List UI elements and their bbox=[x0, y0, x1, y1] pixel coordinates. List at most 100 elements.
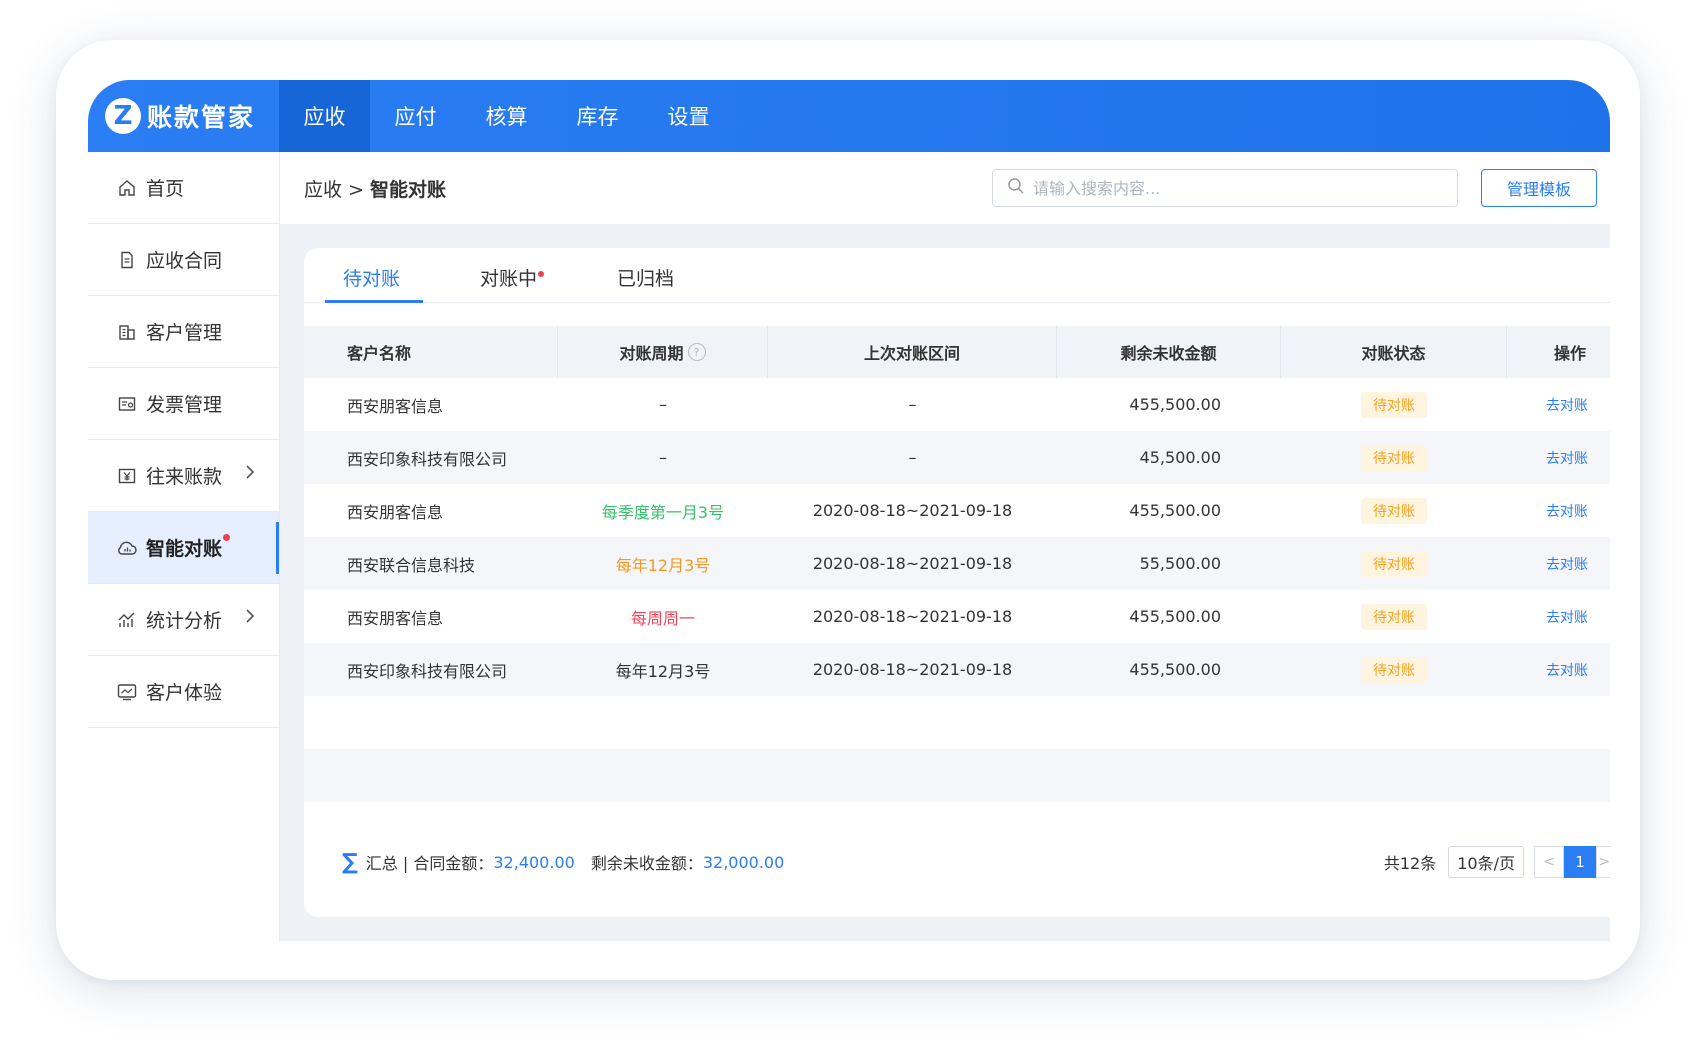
sidebar-item-label: 应收合同 bbox=[146, 250, 223, 272]
amount-cell: 45,500.00 bbox=[1139, 448, 1221, 467]
breadcrumb-current: 智能对账 bbox=[370, 178, 447, 201]
total-count: 共12条 bbox=[1383, 854, 1437, 873]
status-cell: 待对账 bbox=[1281, 431, 1507, 484]
sidebar-item-label: 智能对账 bbox=[146, 538, 223, 560]
search-input[interactable] bbox=[1033, 178, 1433, 198]
sidebar-item-customers[interactable]: 客户管理 bbox=[88, 296, 279, 368]
customer-name: 西安朋客信息 bbox=[347, 608, 444, 628]
range-cell: 2020-08-18~2021-09-18 bbox=[812, 660, 1013, 679]
status-cell: 待对账 bbox=[1281, 484, 1507, 537]
table-row: 西安朋客信息 每周周一 2020-08-18~2021-09-18 455,50… bbox=[304, 590, 1610, 643]
table-footer: ∑ 汇总 | 合同金额： 32,400.00 剩余未收金额： 32,000.00… bbox=[304, 832, 1610, 892]
status-cell: 待对账 bbox=[1281, 643, 1507, 696]
customer-name: 西安朋客信息 bbox=[347, 396, 444, 416]
breadcrumb-separator: > bbox=[348, 178, 364, 201]
reconcile-link[interactable]: 去对账 bbox=[1546, 607, 1588, 627]
customer-name: 西安联合信息科技 bbox=[347, 555, 476, 575]
app-name: 账款管家 bbox=[147, 103, 256, 132]
remaining-amount: 32,000.00 bbox=[702, 852, 785, 872]
home-icon bbox=[116, 177, 138, 199]
sidebar-item-label: 往来账款 bbox=[146, 466, 223, 488]
reconcile-link[interactable]: 去对账 bbox=[1546, 660, 1588, 680]
brand: Z 账款管家 bbox=[88, 80, 279, 152]
nav-item-accounting[interactable]: 核算 bbox=[461, 80, 552, 152]
range-cell: 2020-08-18~2021-09-18 bbox=[812, 554, 1013, 573]
column-header: 对账状态 bbox=[1281, 326, 1507, 378]
cycle-cell: 每年12月3号 bbox=[615, 661, 711, 681]
status-cell: 待对账 bbox=[1281, 590, 1507, 643]
invoice-icon bbox=[116, 393, 138, 415]
yen-icon bbox=[116, 465, 138, 487]
reconcile-link[interactable]: 去对账 bbox=[1546, 554, 1588, 574]
reconcile-link[interactable]: 去对账 bbox=[1546, 448, 1588, 468]
sidebar-item-contracts[interactable]: 应收合同 bbox=[88, 224, 279, 296]
action-cell: 去对账 bbox=[1507, 643, 1610, 696]
sidebar-item-statistics[interactable]: 统计分析 bbox=[88, 584, 279, 656]
prev-page-button[interactable]: < bbox=[1534, 846, 1564, 878]
sidebar-item-experience[interactable]: 客户体验 bbox=[88, 656, 279, 728]
nav-item-settings[interactable]: 设置 bbox=[643, 80, 734, 152]
page-number-current[interactable]: 1 bbox=[1564, 846, 1596, 878]
contract-amount: 32,400.00 bbox=[493, 852, 575, 872]
sidebar-item-label: 客户体验 bbox=[146, 682, 223, 704]
tab-archived[interactable]: 已归档 bbox=[617, 264, 674, 291]
column-header: 对账周期 ? bbox=[558, 326, 768, 378]
tab-in-progress[interactable]: 对账中 bbox=[480, 264, 545, 291]
chevron-right-icon bbox=[243, 463, 257, 485]
reconcile-link[interactable]: 去对账 bbox=[1546, 395, 1588, 415]
breadcrumb-parent[interactable]: 应收 bbox=[304, 179, 342, 201]
customer-name: 西安印象科技有限公司 bbox=[347, 449, 508, 469]
summary-label: 汇总 | 合同金额： bbox=[365, 854, 494, 873]
column-header: 操作 bbox=[1553, 344, 1586, 363]
status-cell: 待对账 bbox=[1281, 378, 1507, 431]
table-row: 西安朋客信息 – – 455,500.00 待对账 去对账 bbox=[304, 378, 1610, 431]
sidebar-item-reconciliation[interactable]: 智能对账 bbox=[88, 512, 279, 584]
table-header: 客户名称 对账周期 ? 上次对账区间 剩余未收金额 对账状态 操作 bbox=[304, 326, 1610, 378]
sidebar-item-label: 统计分析 bbox=[146, 610, 223, 632]
action-cell: 去对账 bbox=[1507, 378, 1610, 431]
status-badge: 待对账 bbox=[1361, 444, 1427, 471]
sidebar: 首页 应收合同 客户管理 发票管理 往来账款 智能对账 统计分析 客户体验 bbox=[88, 152, 280, 941]
cycle-cell: 每年12月3号 bbox=[615, 555, 711, 575]
manage-template-button[interactable]: 管理模板 bbox=[1481, 169, 1597, 207]
building-icon bbox=[116, 321, 138, 343]
sidebar-item-home[interactable]: 首页 bbox=[88, 152, 279, 224]
question-circle-icon[interactable]: ? bbox=[687, 343, 706, 361]
range-cell: – bbox=[908, 448, 917, 467]
amount-cell: 455,500.00 bbox=[1129, 395, 1221, 414]
status-badge: 待对账 bbox=[1361, 497, 1427, 524]
action-cell: 去对账 bbox=[1507, 590, 1610, 643]
cycle-cell: 每季度第一月3号 bbox=[601, 502, 725, 522]
notification-dot bbox=[223, 534, 231, 541]
range-cell: 2020-08-18~2021-09-18 bbox=[812, 501, 1013, 520]
cycle-cell: – bbox=[659, 448, 667, 467]
sidebar-item-accounts[interactable]: 往来账款 bbox=[88, 440, 279, 512]
app-window: Z 账款管家 应收 应付 核算 库存 设置 首页 应收合同 客户管理 发票管理 … bbox=[88, 80, 1610, 941]
page-header: 应收 > 智能对账 管理模板 bbox=[280, 152, 1610, 224]
sidebar-item-label: 首页 bbox=[146, 178, 185, 200]
amount-cell: 455,500.00 bbox=[1129, 607, 1221, 626]
top-navbar: Z 账款管家 应收 应付 核算 库存 设置 bbox=[88, 80, 1610, 152]
page-size-select[interactable]: 10条/页 bbox=[1448, 846, 1524, 878]
notification-dot bbox=[538, 271, 545, 277]
status-cell: 待对账 bbox=[1281, 537, 1507, 590]
table-row: 西安朋客信息 每季度第一月3号 2020-08-18~2021-09-18 45… bbox=[304, 484, 1610, 537]
reconciliation-table: 客户名称 对账周期 ? 上次对账区间 剩余未收金额 对账状态 操作 西安朋客信息… bbox=[304, 326, 1610, 802]
status-badge: 待对账 bbox=[1361, 391, 1427, 418]
status-badge: 待对账 bbox=[1361, 550, 1427, 577]
nav-item-inventory[interactable]: 库存 bbox=[552, 80, 643, 152]
nav-item-payable[interactable]: 应付 bbox=[370, 80, 461, 152]
tab-bar: 待对账 对账中 已归档 bbox=[304, 248, 1610, 303]
range-cell: 2020-08-18~2021-09-18 bbox=[812, 607, 1013, 626]
tab-pending[interactable]: 待对账 bbox=[343, 264, 400, 291]
reconcile-link[interactable]: 去对账 bbox=[1546, 501, 1588, 521]
table-row: 西安联合信息科技 每年12月3号 2020-08-18~2021-09-18 5… bbox=[304, 537, 1610, 590]
column-header: 剩余未收金额 bbox=[1057, 326, 1281, 378]
nav-item-receivable[interactable]: 应收 bbox=[279, 80, 370, 152]
active-tab-indicator bbox=[325, 300, 423, 303]
sidebar-item-invoices[interactable]: 发票管理 bbox=[88, 368, 279, 440]
column-header: 客户名称 bbox=[304, 326, 558, 378]
reconciliation-panel: 待对账 对账中 已归档 客户名称 对账周期 ? 上次对账区间 剩余未收金额 对账… bbox=[304, 248, 1610, 917]
action-cell: 去对账 bbox=[1507, 537, 1610, 590]
next-page-button[interactable]: > bbox=[1596, 846, 1610, 878]
